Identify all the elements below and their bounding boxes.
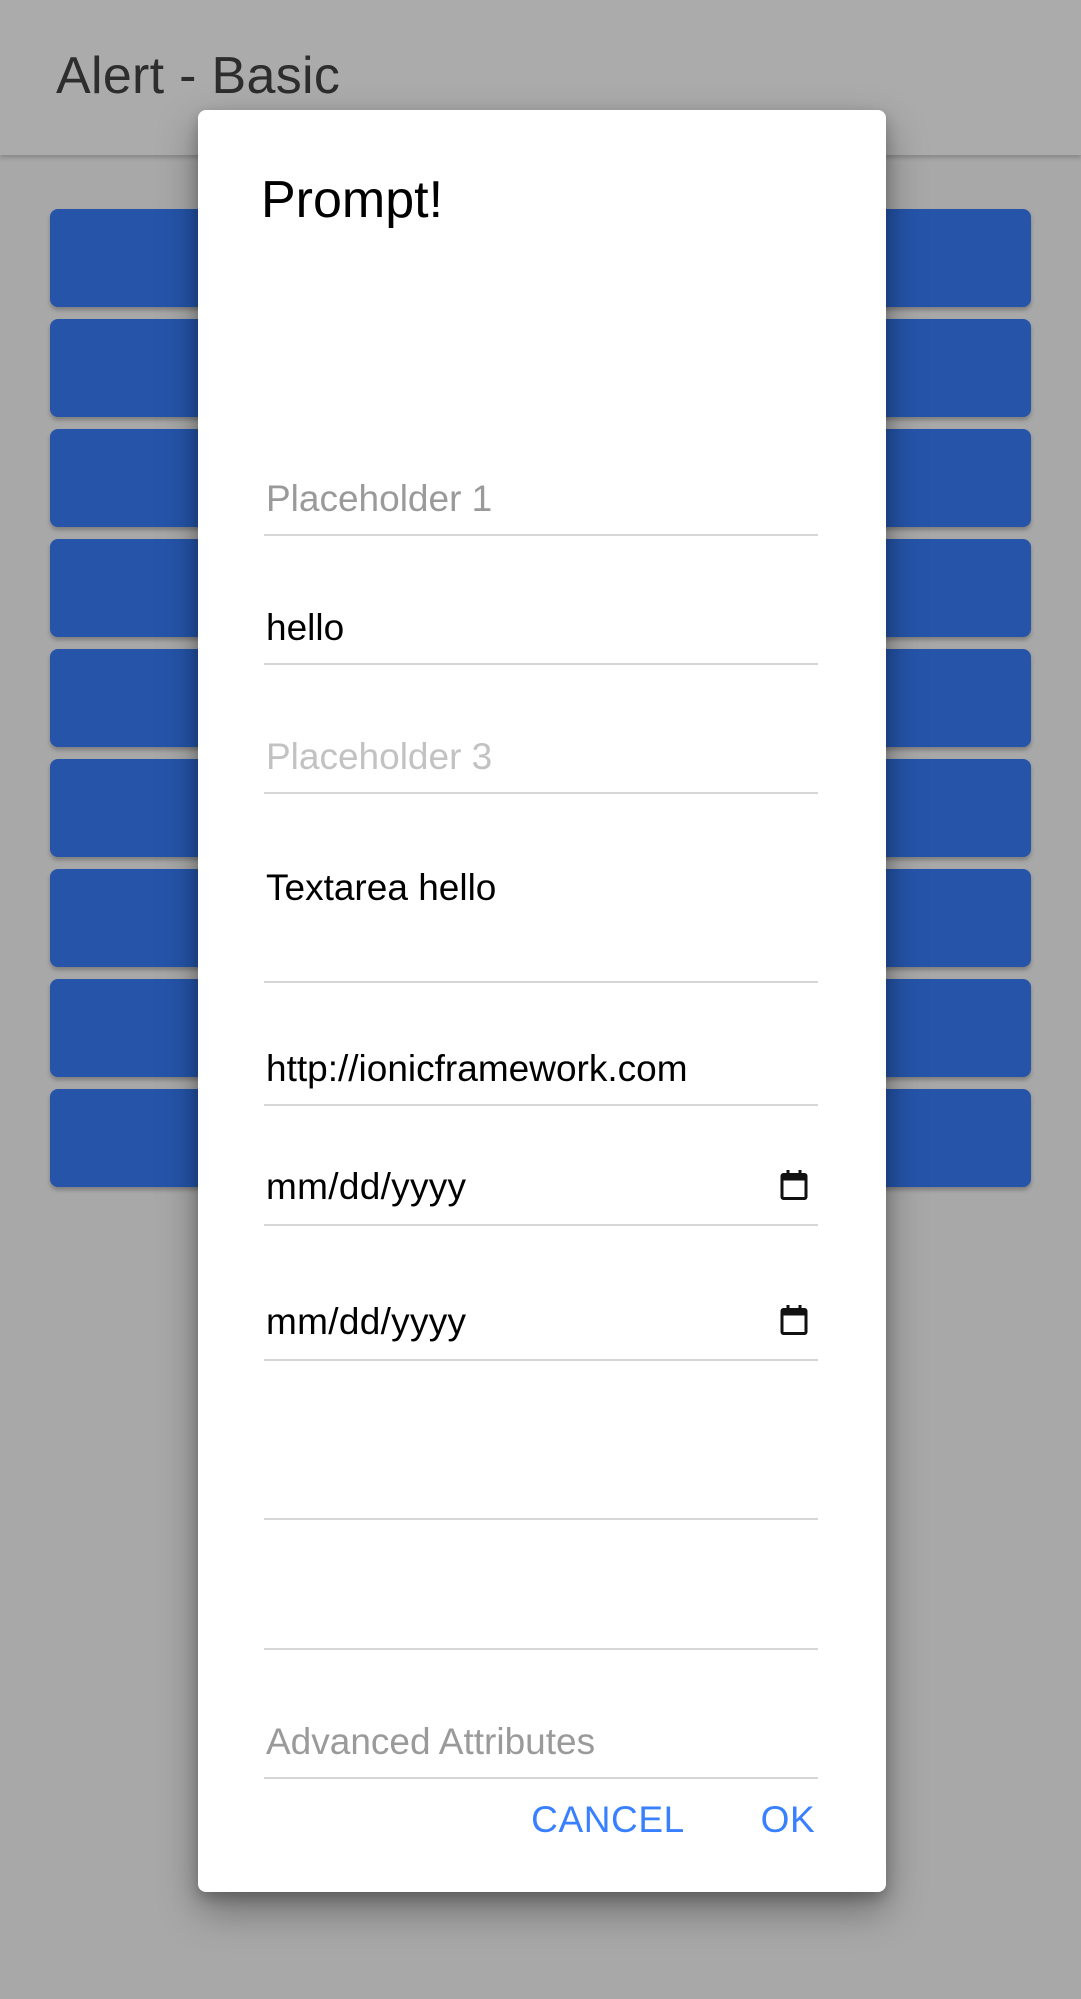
number1-input[interactable]	[264, 1448, 818, 1520]
dialog-actions: CANCEL OK	[198, 1780, 886, 1860]
calendar-icon[interactable]	[776, 1301, 812, 1339]
date-placeholder: mm/dd/yyyy	[266, 1166, 467, 1207]
textarea-input[interactable]: Textarea hello	[264, 851, 818, 983]
dialog-title: Prompt!	[261, 171, 444, 229]
ok-button[interactable]: OK	[738, 1780, 838, 1860]
name2-input[interactable]	[264, 593, 818, 665]
cancel-button[interactable]: CANCEL	[528, 1780, 688, 1860]
prompt-dialog: Prompt! Textarea hello mm/dd/yyyy mm/dd/…	[198, 110, 886, 1892]
page-title: Alert - Basic	[56, 47, 341, 105]
url-input[interactable]	[264, 1034, 818, 1106]
number2-input[interactable]	[264, 1578, 818, 1650]
name3-input[interactable]	[264, 722, 818, 794]
date-input-1[interactable]: mm/dd/yyyy	[264, 1144, 818, 1226]
advanced-attributes-input[interactable]	[264, 1707, 818, 1779]
name1-input[interactable]	[264, 464, 818, 536]
calendar-icon[interactable]	[776, 1166, 812, 1204]
page: Alert - Basic Prompt! Textarea hello mm/…	[0, 0, 1081, 1999]
date-placeholder: mm/dd/yyyy	[266, 1301, 467, 1342]
date-input-2[interactable]: mm/dd/yyyy	[264, 1279, 818, 1361]
